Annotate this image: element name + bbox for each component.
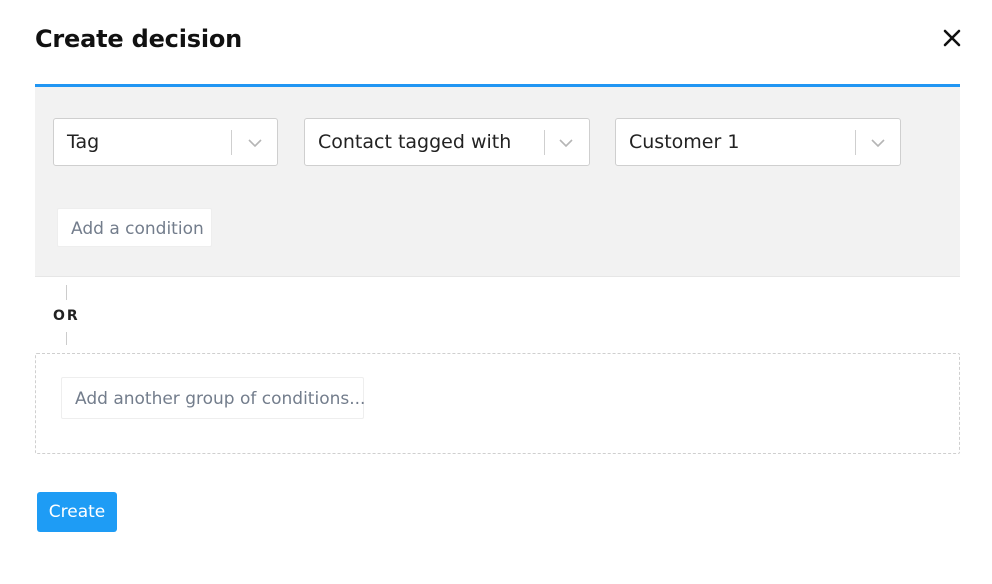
or-separator-label: OR [53,308,80,324]
select-separator [544,130,545,155]
chevron-down-icon[interactable] [558,135,574,151]
or-connector-line [66,332,67,345]
create-button[interactable]: Create [37,492,117,532]
condition-operator-select[interactable]: Contact tagged with [304,118,590,166]
close-icon[interactable] [940,26,964,50]
chevron-down-icon[interactable] [247,135,263,151]
condition-type-value: Tag [67,131,100,153]
modal-title: Create decision [35,25,243,53]
select-separator [231,130,232,155]
add-condition-group-button[interactable]: Add another group of conditions... [61,377,365,419]
chevron-down-icon[interactable] [870,135,886,151]
create-decision-modal: Create decision Tag Contact tagged with … [0,0,992,584]
condition-value-select[interactable]: Customer 1 [615,118,901,166]
condition-operator-value: Contact tagged with [318,131,512,153]
empty-condition-group: Add another group of conditions... [35,353,960,454]
select-separator [855,130,856,155]
condition-group: Tag Contact tagged with Customer 1 Add a… [35,84,960,277]
or-connector-line [66,285,67,300]
add-condition-button[interactable]: Add a condition [57,208,212,247]
condition-type-select[interactable]: Tag [53,118,278,166]
condition-value-value: Customer 1 [629,131,740,153]
